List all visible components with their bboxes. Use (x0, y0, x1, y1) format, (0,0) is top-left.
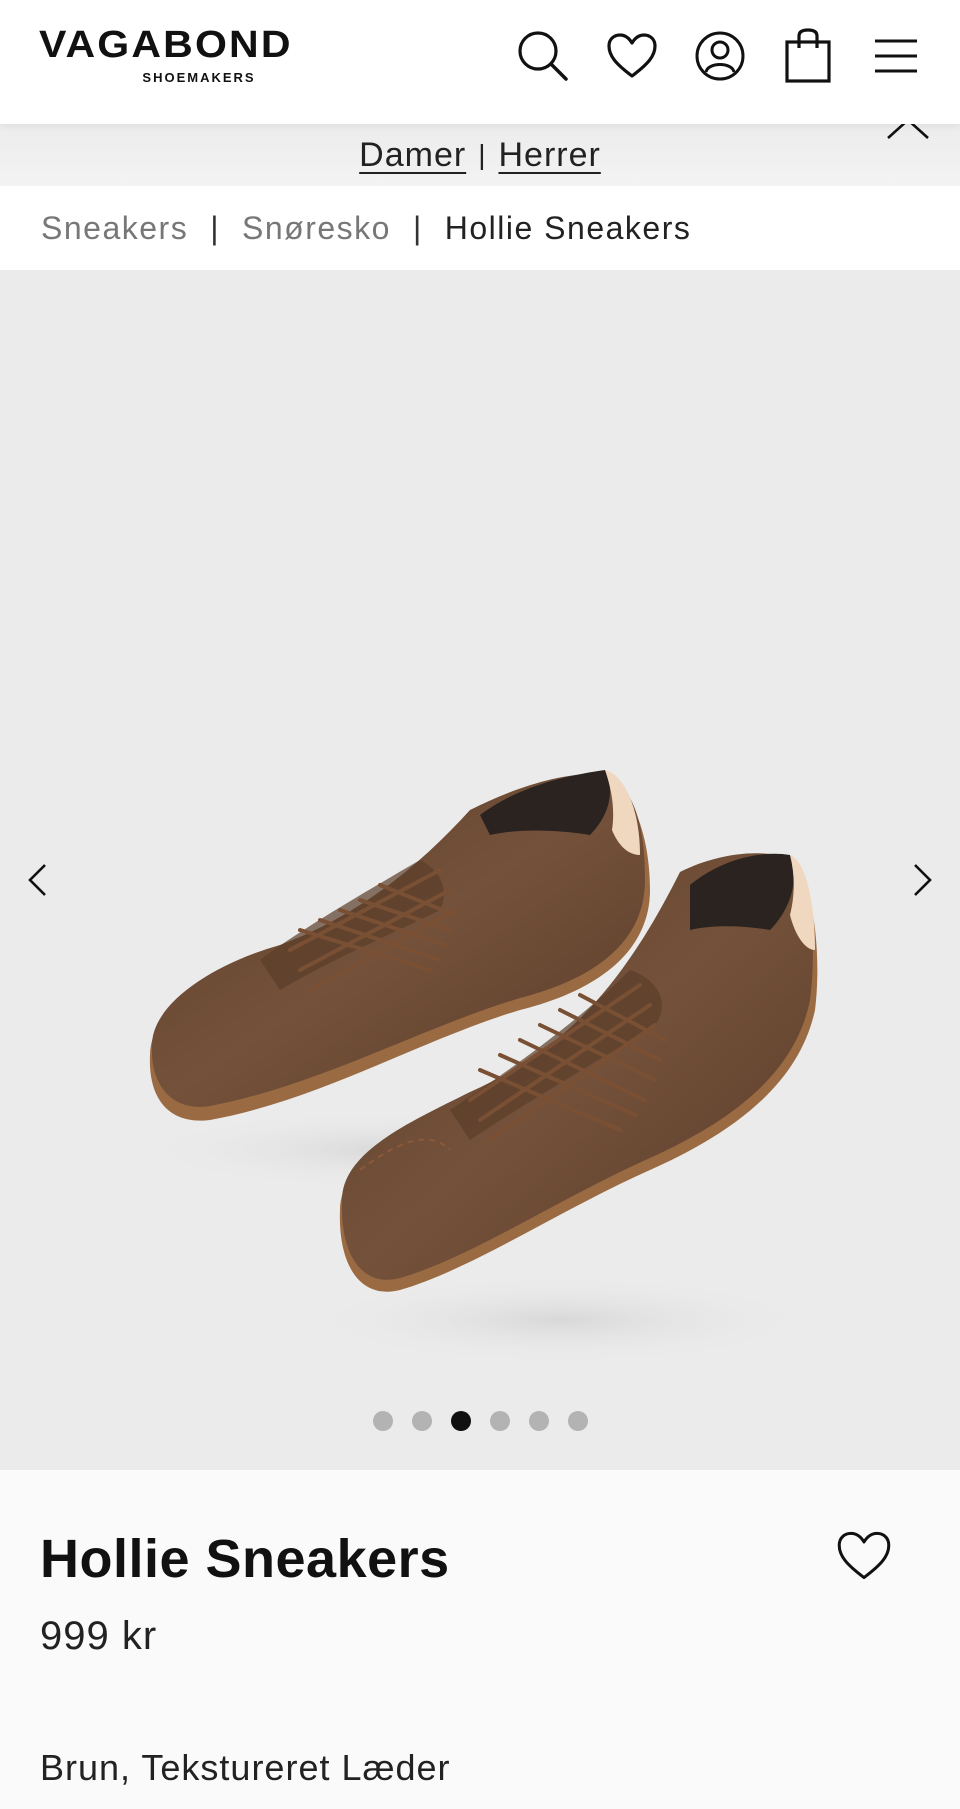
breadcrumb-separator: | (412, 209, 423, 246)
site-header: VAGABOND SHOEMAKERS (0, 0, 960, 124)
gender-links: Damer | Herrer (0, 124, 960, 186)
breadcrumb-sneakers[interactable]: Sneakers (41, 210, 188, 247)
gallery-dot[interactable] (372, 1411, 393, 1431)
product-info: Hollie Sneakers 999 kr Brun, Tekstureret… (0, 1470, 960, 1809)
search-icon[interactable] (515, 28, 571, 84)
breadcrumb-current: Hollie Sneakers (444, 209, 692, 246)
product-title: Hollie Sneakers (40, 1529, 450, 1589)
heart-icon[interactable] (604, 28, 660, 84)
gallery-prev-button[interactable] (12, 845, 62, 915)
gallery-dot[interactable] (528, 1411, 549, 1431)
product-gallery (0, 270, 960, 1470)
menu-icon[interactable] (868, 28, 924, 84)
account-icon[interactable] (692, 28, 748, 84)
gallery-dot[interactable] (567, 1411, 588, 1431)
chevron-left-icon (28, 864, 46, 896)
gallery-next-button[interactable] (898, 845, 948, 915)
wishlist-button[interactable] (836, 1530, 896, 1590)
product-price: 999 kr (40, 1614, 158, 1658)
product-image (130, 770, 820, 1365)
brand-logo[interactable]: VAGABOND SHOEMAKERS (39, 24, 369, 85)
breadcrumb-separator: | (210, 209, 220, 246)
gallery-dot-active[interactable] (450, 1411, 471, 1431)
men-link[interactable]: Herrer (498, 136, 600, 175)
breadcrumb: Sneakers | Snøresko | Hollie Sneakers (0, 186, 960, 270)
breadcrumb-laced-shoes[interactable]: Snøresko (242, 210, 391, 247)
gallery-pagination (0, 1411, 960, 1431)
gallery-dot[interactable] (411, 1411, 432, 1431)
product-color-material: Brun, Tekstureret Læder (40, 1747, 451, 1788)
logo-wordmark: VAGABOND (39, 24, 293, 66)
women-link[interactable]: Damer (359, 136, 466, 175)
logo-tagline: SHOEMAKERS (142, 70, 256, 85)
heart-icon (837, 1531, 891, 1580)
gender-separator: | (478, 139, 487, 170)
shopping-bag-icon[interactable] (780, 28, 836, 84)
chevron-up-icon[interactable] (884, 118, 932, 154)
chevron-right-icon (914, 864, 932, 896)
gallery-dot[interactable] (489, 1411, 510, 1431)
gender-nav: Damer | Herrer (0, 118, 960, 186)
